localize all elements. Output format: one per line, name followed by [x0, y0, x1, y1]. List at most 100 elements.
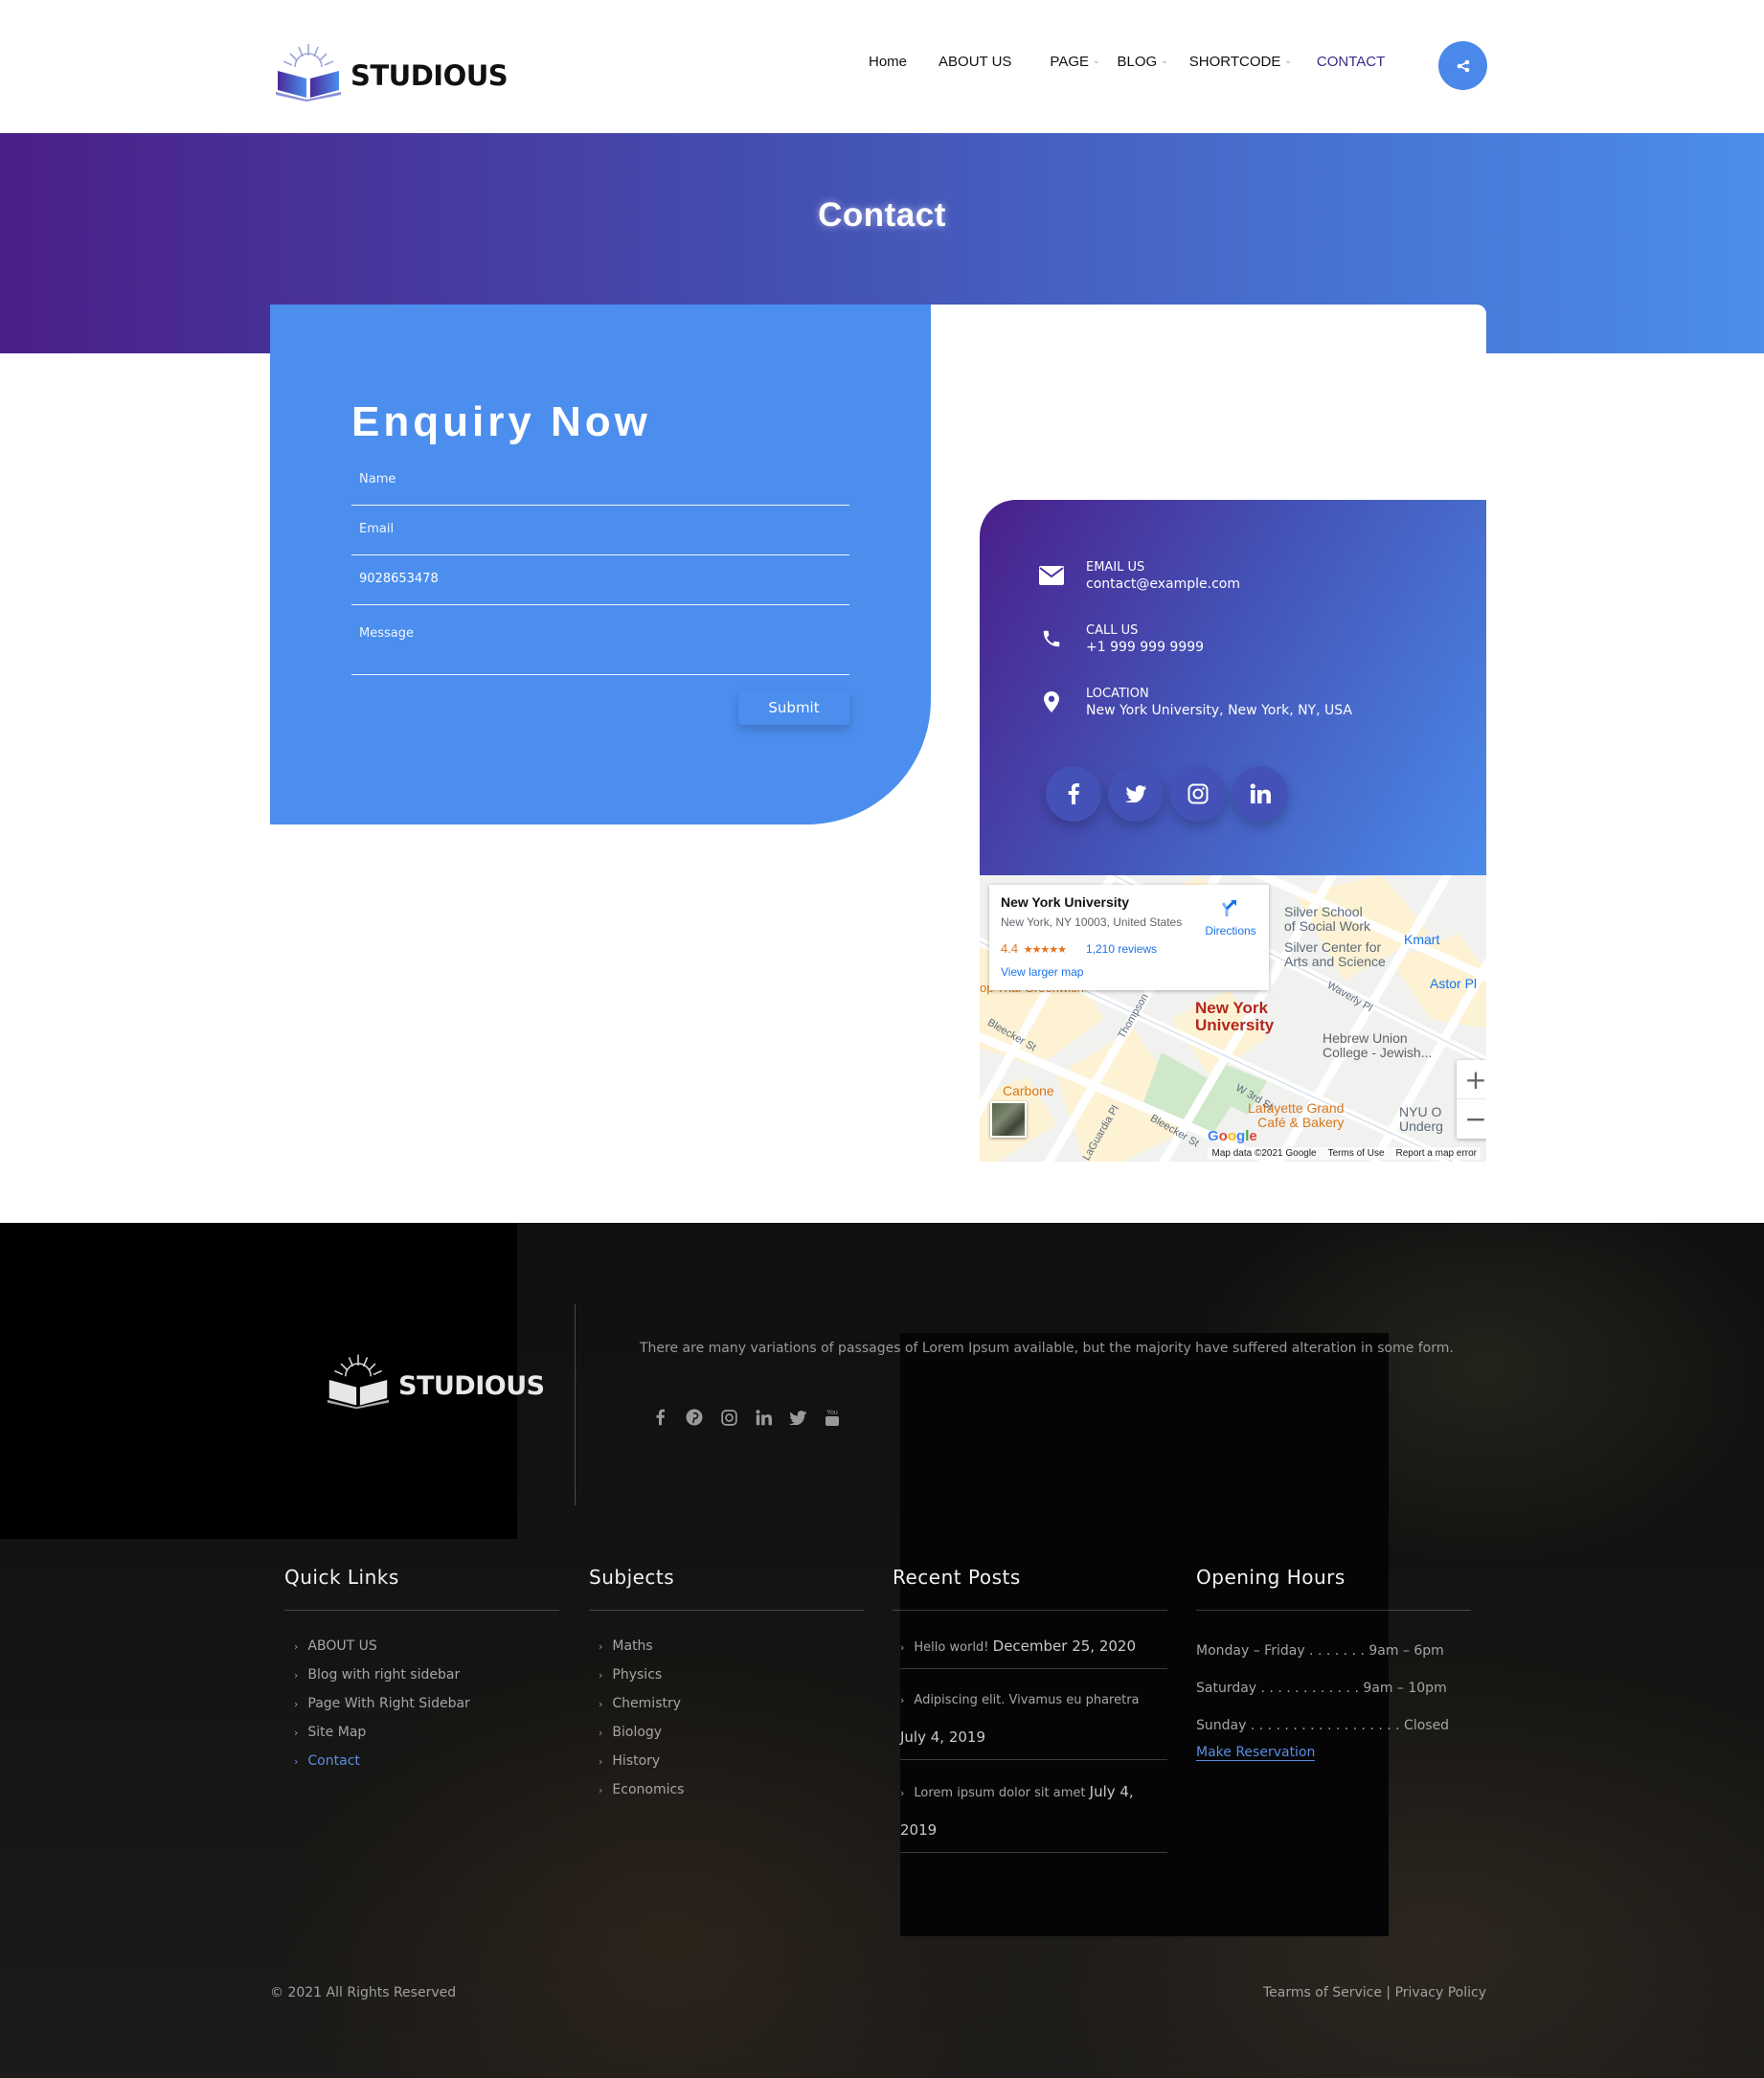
quick-link-page-sidebar[interactable]: › Page With Right Sidebar: [294, 1689, 559, 1718]
quick-link-about-us[interactable]: › ABOUT US: [294, 1632, 559, 1660]
name-input[interactable]: [351, 472, 849, 486]
chevron-right-icon: ›: [900, 1694, 905, 1706]
map-zoom-controls: + −: [1457, 1060, 1486, 1139]
book-logo-icon: [276, 44, 341, 102]
footer-linkedin-link[interactable]: [755, 1408, 772, 1427]
email-field-wrap: [351, 520, 849, 555]
recent-post[interactable]: › Hello world! December 25, 2020: [900, 1628, 1167, 1669]
subject-label: History: [612, 1753, 661, 1769]
site-logo[interactable]: STUDIOUS: [274, 42, 509, 102]
map-label-silver-center: Silver Center for Arts and Science: [1284, 939, 1386, 969]
recent-posts-title: Recent Posts: [893, 1566, 1167, 1611]
subject-link[interactable]: › Physics: [599, 1660, 864, 1689]
map-label-hebrew-union: Hebrew Union College - Jewish...: [1323, 1030, 1433, 1060]
view-larger-map-link[interactable]: View larger map: [1001, 965, 1083, 979]
map-label-silver-school: Silver School of Social Work: [1284, 904, 1370, 934]
phone-value[interactable]: +1 999 999 9999: [1086, 639, 1204, 656]
linkedin-button[interactable]: [1233, 766, 1288, 822]
twitter-button[interactable]: [1108, 766, 1164, 822]
contact-info-panel: EMAIL US contact@example.com CALL US +1 …: [980, 500, 1486, 875]
message-input[interactable]: [351, 621, 849, 670]
chevron-right-icon: ›: [294, 1754, 299, 1768]
subjects-title: Subjects: [589, 1566, 864, 1611]
chevron-right-icon: ›: [599, 1726, 603, 1739]
email-label: EMAIL US: [1086, 560, 1145, 575]
terms-of-use-link[interactable]: Terms of Use: [1328, 1148, 1385, 1159]
book-logo-icon: [327, 1354, 390, 1410]
satellite-toggle[interactable]: [990, 1101, 1027, 1138]
subject-label: Chemistry: [612, 1696, 682, 1711]
subject-label: Physics: [612, 1667, 663, 1683]
footer-recent-posts: Recent Posts › Hello world! December 25, …: [893, 1566, 1167, 1866]
map-pin-icon: [1037, 688, 1066, 716]
footer-subjects: Subjects › Maths › Physics › Chemistry › Bio…: [589, 1566, 864, 1804]
subject-link[interactable]: › Biology: [599, 1718, 864, 1747]
share-button[interactable]: [1438, 41, 1487, 90]
email-input[interactable]: [351, 522, 849, 536]
twitter-icon: [1125, 785, 1146, 802]
subject-link[interactable]: › Maths: [599, 1632, 864, 1660]
nav-page-label: PAGE: [1050, 54, 1089, 70]
facebook-button[interactable]: [1046, 766, 1101, 822]
footer-instagram-link[interactable]: [720, 1408, 737, 1427]
map-data-text: Map data ©2021 Google: [1211, 1148, 1317, 1159]
phone-field-wrap: [351, 570, 849, 605]
footer-youtube-link[interactable]: You: [824, 1408, 841, 1427]
quick-link-label: Page With Right Sidebar: [307, 1696, 470, 1711]
site-footer: STUDIOUS There are many variations of pa…: [0, 1223, 1764, 2078]
footer-logo[interactable]: STUDIOUS: [326, 1352, 545, 1410]
quick-link-label: Blog with right sidebar: [307, 1667, 461, 1683]
subject-link[interactable]: › Chemistry: [599, 1689, 864, 1718]
legal-links: Tearms of Service | Privacy Policy: [1263, 1985, 1486, 2000]
nav-page[interactable]: PAGE ⌄: [1050, 54, 1099, 70]
nav-blog[interactable]: BLOG ⌄: [1118, 54, 1168, 70]
copyright-text: © 2021 All Rights Reserved: [270, 1985, 457, 2000]
post-date: December 25, 2020: [992, 1638, 1136, 1655]
subject-link[interactable]: › Economics: [599, 1775, 864, 1804]
facebook-icon: [656, 1409, 665, 1426]
make-reservation-link[interactable]: Make Reservation: [1196, 1745, 1316, 1761]
recent-post[interactable]: › Lorem ipsum dolor sit amet July 4, 2019: [900, 1773, 1167, 1853]
chevron-right-icon: ›: [599, 1783, 603, 1796]
subject-link[interactable]: › History: [599, 1747, 864, 1775]
zoom-out-button[interactable]: −: [1457, 1099, 1486, 1139]
privacy-policy-link[interactable]: Privacy Policy: [1395, 1985, 1486, 2000]
directions-button[interactable]: Directions: [1200, 898, 1261, 937]
quick-link-blog[interactable]: › Blog with right sidebar: [294, 1660, 559, 1689]
quick-link-contact[interactable]: › Contact: [294, 1747, 559, 1775]
chevron-right-icon: ›: [599, 1668, 603, 1682]
footer-socials: You: [651, 1408, 841, 1427]
location-value: New York University, New York, NY, USA: [1086, 703, 1352, 718]
quick-link-site-map[interactable]: › Site Map: [294, 1718, 559, 1747]
footer-twitter-link[interactable]: [789, 1408, 806, 1427]
footer-pinterest-link[interactable]: [686, 1408, 703, 1427]
recent-post[interactable]: › Adipiscing elit. Vivamus eu pharetra Ju…: [900, 1683, 1167, 1760]
facebook-icon: [1068, 783, 1079, 804]
map-attribution: Map data ©2021 Google Terms of Use Repor…: [1208, 1147, 1481, 1160]
phone-label: CALL US: [1086, 623, 1139, 638]
footer-facebook-link[interactable]: [651, 1408, 668, 1427]
report-map-error-link[interactable]: Report a map error: [1396, 1148, 1477, 1159]
nav-contact[interactable]: CONTACT: [1317, 54, 1385, 70]
phone-input[interactable]: [351, 572, 849, 586]
nav-shortcode[interactable]: SHORTCODE ⌄: [1189, 54, 1292, 70]
chevron-right-icon: ›: [900, 1641, 905, 1654]
terms-of-service-link[interactable]: Tearms of Service: [1263, 1985, 1382, 2000]
submit-button[interactable]: Submit: [738, 690, 849, 725]
nav-about-us[interactable]: ABOUT US: [939, 54, 1011, 70]
reviews-link[interactable]: 1,210 reviews: [1086, 942, 1157, 956]
instagram-button[interactable]: [1170, 766, 1226, 822]
message-field-wrap: [351, 621, 849, 675]
nav-contact-label: CONTACT: [1316, 54, 1386, 70]
google-map[interactable]: Silver School of Social Work Silver Cent…: [980, 875, 1486, 1162]
footer-logo-text: STUDIOUS: [398, 1370, 545, 1401]
main-nav: Home ABOUT US PAGE ⌄ BLOG ⌄ SHORTCODE ⌄ CON…: [869, 54, 1413, 70]
twitter-icon: [789, 1410, 806, 1425]
contact-socials: [1046, 766, 1288, 822]
recent-posts-list: › Hello world! December 25, 2020 › Adipisc…: [893, 1628, 1167, 1853]
site-header: STUDIOUS Home ABOUT US PAGE ⌄ BLOG ⌄ SHORT…: [0, 0, 1764, 133]
location-info: LOCATION New York University, New York, …: [1037, 686, 1352, 719]
nav-home[interactable]: Home: [869, 54, 907, 70]
email-value[interactable]: contact@example.com: [1086, 576, 1240, 593]
zoom-in-button[interactable]: +: [1457, 1060, 1486, 1099]
